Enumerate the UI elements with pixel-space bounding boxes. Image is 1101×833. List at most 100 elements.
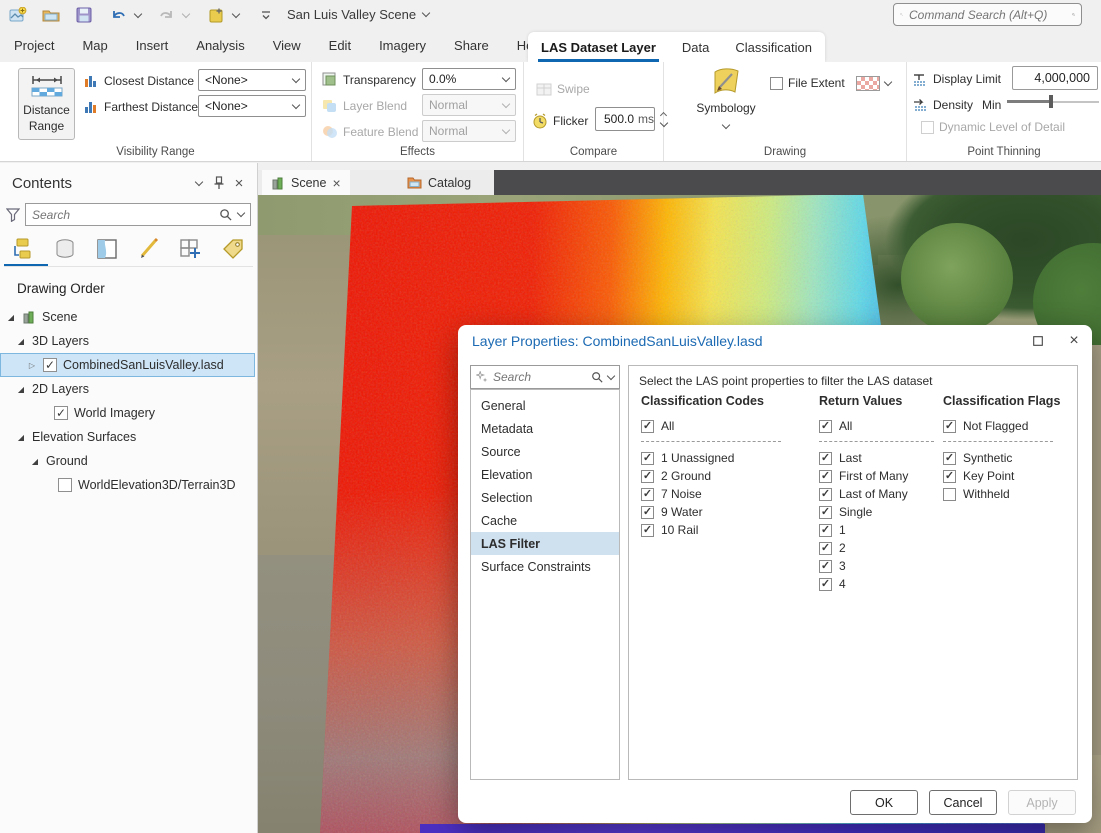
- filter-item-row[interactable]: ✓10 Rail: [641, 521, 809, 539]
- filter-item-row[interactable]: ✓Last of Many: [819, 485, 939, 503]
- filter-item-row[interactable]: ✓First of Many: [819, 467, 939, 485]
- close-scene-tab-icon[interactable]: ×: [332, 175, 340, 191]
- save-project-icon[interactable]: [72, 3, 96, 27]
- symbology-dropdown-icon[interactable]: [722, 121, 730, 129]
- list-by-labeling-icon[interactable]: [220, 236, 246, 262]
- tab-share[interactable]: Share: [440, 30, 503, 61]
- density-slider[interactable]: [1007, 94, 1099, 108]
- tab-classification[interactable]: Classification: [722, 32, 825, 62]
- customize-quick-access-icon[interactable]: [254, 3, 278, 27]
- expander-open-icon[interactable]: ◢: [16, 385, 26, 394]
- dialog-search-input[interactable]: [493, 370, 586, 384]
- dialog-title-bar[interactable]: Layer Properties: CombinedSanLuisValley.…: [458, 325, 1092, 357]
- expander-open-icon[interactable]: ◢: [16, 337, 26, 346]
- command-search-input[interactable]: [909, 8, 1066, 22]
- search-options-chevron-icon[interactable]: [607, 371, 615, 379]
- closest-distance-combo[interactable]: <None>: [198, 69, 306, 91]
- tree-item-worldelevation3d-terrain3d[interactable]: WorldElevation3D/Terrain3D: [0, 473, 255, 497]
- list-by-data-source-icon[interactable]: [52, 236, 78, 262]
- filter-checkbox[interactable]: ✓: [943, 420, 956, 433]
- list-by-drawing-order-icon[interactable]: [10, 236, 36, 262]
- redo-dropdown-icon[interactable]: [178, 3, 194, 27]
- filter-checkbox[interactable]: ✓: [641, 420, 654, 433]
- scene-viewport[interactable]: Layer Properties: CombinedSanLuisValley.…: [258, 195, 1101, 833]
- file-extent-checkbox[interactable]: [770, 77, 783, 90]
- tab-insert[interactable]: Insert: [122, 30, 183, 61]
- tab-project[interactable]: Project: [0, 30, 68, 61]
- filter-item-row[interactable]: ✓4: [819, 575, 939, 593]
- dialog-search[interactable]: [470, 365, 620, 389]
- tab-map[interactable]: Map: [68, 30, 121, 61]
- tree-item-world-imagery[interactable]: ✓World Imagery: [0, 401, 255, 425]
- filter-item-row[interactable]: ✓1: [819, 521, 939, 539]
- panel-menu-chevron-icon[interactable]: [189, 173, 209, 193]
- list-by-snapping-icon[interactable]: [178, 236, 204, 262]
- tab-las-dataset-layer[interactable]: LAS Dataset Layer: [528, 32, 669, 62]
- filter-item-row[interactable]: ✓9 Water: [641, 503, 809, 521]
- file-extent-color-picker[interactable]: [856, 72, 891, 94]
- menu-item-selection[interactable]: Selection: [471, 486, 619, 509]
- display-limit-input[interactable]: [1012, 66, 1098, 90]
- tab-catalog-view[interactable]: Catalog: [398, 170, 480, 195]
- tab-analysis[interactable]: Analysis: [182, 30, 258, 61]
- expander-open-icon[interactable]: ◢: [6, 313, 16, 322]
- filter-item-row[interactable]: ✓Single: [819, 503, 939, 521]
- distance-range-button[interactable]: Distance Range: [18, 68, 75, 140]
- filter-checkbox[interactable]: ✓: [641, 524, 654, 537]
- redo-icon[interactable]: [154, 3, 178, 27]
- filter-item-row[interactable]: ✓7 Noise: [641, 485, 809, 503]
- filter-checkbox[interactable]: ✓: [819, 452, 832, 465]
- layer-visibility-checkbox[interactable]: ✓: [54, 406, 68, 420]
- pin-icon[interactable]: [209, 173, 229, 193]
- tab-view[interactable]: View: [259, 30, 315, 61]
- filter-checkbox[interactable]: ✓: [819, 470, 832, 483]
- filter-checkbox[interactable]: [943, 488, 956, 501]
- tab-scene-view[interactable]: Scene ×: [262, 170, 350, 195]
- symbology-button[interactable]: Symbology: [694, 66, 758, 133]
- undo-dropdown-icon[interactable]: [130, 3, 146, 27]
- filter-item-row[interactable]: ✓Key Point: [943, 467, 1069, 485]
- menu-item-cache[interactable]: Cache: [471, 509, 619, 532]
- contents-search-input[interactable]: [32, 208, 213, 222]
- filter-item-row[interactable]: ✓2 Ground: [641, 467, 809, 485]
- filter-checkbox[interactable]: ✓: [819, 560, 832, 573]
- tree-item-3d-layers[interactable]: ◢3D Layers: [0, 329, 255, 353]
- tab-imagery[interactable]: Imagery: [365, 30, 440, 61]
- filter-item-row[interactable]: ✓Synthetic: [943, 449, 1069, 467]
- open-project-icon[interactable]: [39, 3, 63, 27]
- menu-item-metadata[interactable]: Metadata: [471, 417, 619, 440]
- expander-open-icon[interactable]: ◢: [30, 457, 40, 466]
- close-panel-icon[interactable]: ×: [229, 173, 249, 193]
- list-by-editing-icon[interactable]: [136, 236, 162, 262]
- filter-all-row[interactable]: ✓Not Flagged: [943, 417, 1069, 435]
- filter-checkbox[interactable]: ✓: [819, 420, 832, 433]
- title-dropdown-icon[interactable]: [422, 9, 430, 17]
- filter-checkbox[interactable]: ✓: [943, 452, 956, 465]
- filter-checkbox[interactable]: ✓: [819, 488, 832, 501]
- menu-item-elevation[interactable]: Elevation: [471, 463, 619, 486]
- tab-edit[interactable]: Edit: [315, 30, 365, 61]
- farthest-distance-combo[interactable]: <None>: [198, 95, 306, 117]
- filter-all-row[interactable]: ✓All: [819, 417, 939, 435]
- flicker-duration-input[interactable]: 500.0 ms: [595, 107, 655, 131]
- undo-icon[interactable]: [106, 3, 130, 27]
- filter-icon[interactable]: [6, 208, 20, 222]
- transparency-combo[interactable]: 0.0%: [422, 68, 516, 90]
- filter-all-row[interactable]: ✓All: [641, 417, 809, 435]
- filter-checkbox[interactable]: ✓: [641, 452, 654, 465]
- command-search[interactable]: [893, 3, 1082, 26]
- tab-data[interactable]: Data: [669, 32, 722, 62]
- maximize-icon[interactable]: [1020, 326, 1056, 356]
- filter-item-row[interactable]: ✓Last: [819, 449, 939, 467]
- filter-checkbox[interactable]: ✓: [819, 524, 832, 537]
- layer-visibility-checkbox[interactable]: ✓: [43, 358, 57, 372]
- filter-checkbox[interactable]: ✓: [943, 470, 956, 483]
- layer-visibility-checkbox[interactable]: [58, 478, 72, 492]
- filter-checkbox[interactable]: ✓: [641, 506, 654, 519]
- menu-item-general[interactable]: General: [471, 394, 619, 417]
- cancel-button[interactable]: Cancel: [929, 790, 997, 815]
- menu-item-source[interactable]: Source: [471, 440, 619, 463]
- contents-search[interactable]: [25, 203, 251, 226]
- new-project-icon[interactable]: [6, 3, 30, 27]
- tree-item-ground[interactable]: ◢Ground: [0, 449, 255, 473]
